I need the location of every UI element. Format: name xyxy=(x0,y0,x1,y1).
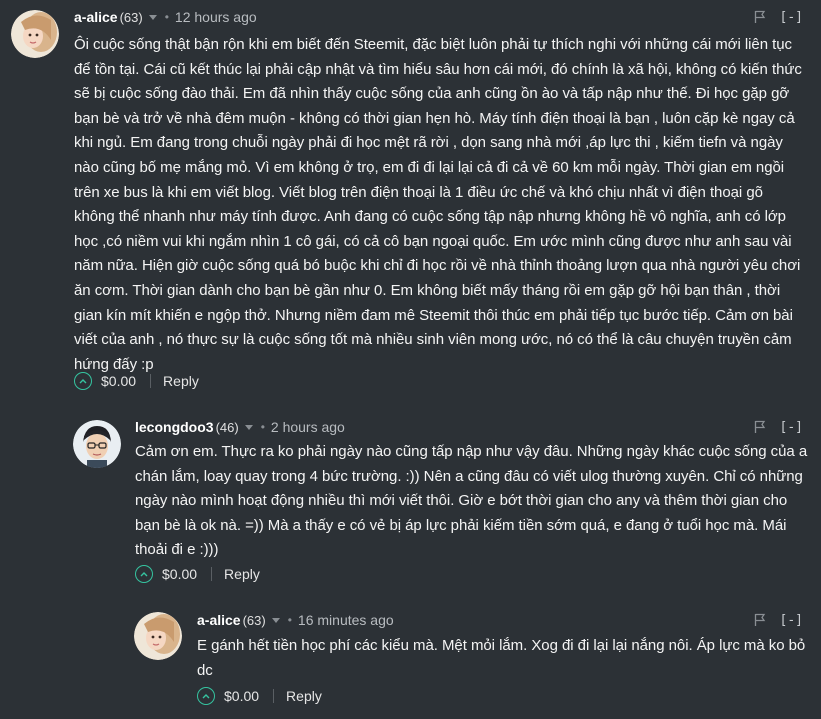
comment-line: E gánh hết tiền học phí các kiểu mà. Mệt… xyxy=(197,637,806,654)
comment-line: chán lắm, loay quay trong 4 bức trường. … xyxy=(135,467,803,485)
comment-body: E gánh hết tiền học phí các kiểu mà. Mệt… xyxy=(197,634,809,683)
author-menu-caret-icon[interactable] xyxy=(271,617,280,623)
comment-line: để tồn tại. Cái cũ kết thúc lại phải cập… xyxy=(74,60,802,78)
reply-button[interactable]: Reply xyxy=(286,688,322,704)
author-name[interactable]: lecongdoo3 xyxy=(135,419,214,435)
avatar[interactable] xyxy=(134,612,182,660)
comment-body: Cảm ơn em. Thực ra ko phải ngày nào cũng… xyxy=(135,440,809,563)
reply-button[interactable]: Reply xyxy=(224,566,260,582)
comment-line: khi ngủ. Em đang trong chuỗi ngày phải đ… xyxy=(74,134,783,152)
comment-timestamp[interactable]: 16 minutes ago xyxy=(298,612,394,628)
footer-divider xyxy=(150,374,152,388)
upvote-chevron-icon[interactable] xyxy=(197,687,215,705)
comment-line: ngày nào mình hoạt động nhiều thì mới vi… xyxy=(135,492,788,510)
comment-line: nào cũng bố mẹ mắng mỏ. Vì em không ở tr… xyxy=(74,158,785,176)
comment-line: năm nữa. Hiện giờ cuộc sống quá bó buộc … xyxy=(74,257,801,275)
author-name[interactable]: a-alice xyxy=(197,612,241,628)
separator-dot: • xyxy=(260,420,265,434)
author-menu-caret-icon[interactable] xyxy=(244,424,253,430)
reputation-score: (63) xyxy=(242,612,266,628)
avatar[interactable] xyxy=(11,10,59,58)
payout-value[interactable]: $0.00 xyxy=(224,688,259,704)
separator-dot: • xyxy=(287,613,292,627)
reputation-score: (46) xyxy=(215,419,239,435)
separator-dot: • xyxy=(164,10,169,24)
comment-line: thoải đi e :))) xyxy=(135,541,219,559)
reply-button[interactable]: Reply xyxy=(163,373,199,389)
comment-line: bạn bè và trở về nhà đêm muộn - không có… xyxy=(74,109,795,127)
comment-line: không thể nhanh như máy tính được. Anh đ… xyxy=(74,208,786,226)
author-name[interactable]: a-alice xyxy=(74,9,118,25)
payout-value[interactable]: $0.00 xyxy=(101,373,136,389)
comment-line: ăn cơm. Thời gian dành cho bạn bè gần nh… xyxy=(74,281,781,299)
payout-value[interactable]: $0.00 xyxy=(162,566,197,582)
comment-body: Ôi cuộc sống thật bận rộn khi em biết đế… xyxy=(74,33,809,377)
collapse-toggle[interactable]: [-] xyxy=(780,10,803,25)
collapse-toggle[interactable]: [-] xyxy=(780,420,803,435)
comment-line: Ôi cuộc sống thật bận rộn khi em biết đế… xyxy=(74,36,792,53)
footer-divider xyxy=(211,567,213,581)
upvote-chevron-icon[interactable] xyxy=(135,565,153,583)
comment-line: gian kín mít khiến e ngộp thở. Nhưng niề… xyxy=(74,306,793,324)
flag-icon[interactable] xyxy=(754,420,766,434)
comment-line: bạn bè là ok nà. =)) Mà a thấy e có vẻ b… xyxy=(135,516,787,534)
comment-line: sẽ bị cuộc sống đào thải. Em đã nhìn thấ… xyxy=(74,85,790,103)
reputation-score: (63) xyxy=(119,9,143,25)
comment-line: Cảm ơn em. Thực ra ko phải ngày nào cũng… xyxy=(135,443,808,460)
comment-timestamp[interactable]: 12 hours ago xyxy=(175,9,257,25)
comment-timestamp[interactable]: 2 hours ago xyxy=(271,419,345,435)
flag-icon[interactable] xyxy=(754,613,766,627)
comment-line: viết của anh , nó thực sự là cuộc sống t… xyxy=(74,331,792,349)
comment-line: học ,có niềm vui khi ngắm nhìn 1 cô gái,… xyxy=(74,232,792,250)
comment-line: dc xyxy=(197,661,213,679)
comment-line: trên xe bus là khi em viết blog. Viết bl… xyxy=(74,183,763,201)
collapse-toggle[interactable]: [-] xyxy=(780,613,803,628)
upvote-chevron-icon[interactable] xyxy=(74,372,92,390)
author-menu-caret-icon[interactable] xyxy=(148,14,157,20)
footer-divider xyxy=(273,689,275,703)
flag-icon[interactable] xyxy=(754,10,766,24)
avatar[interactable] xyxy=(73,420,121,468)
